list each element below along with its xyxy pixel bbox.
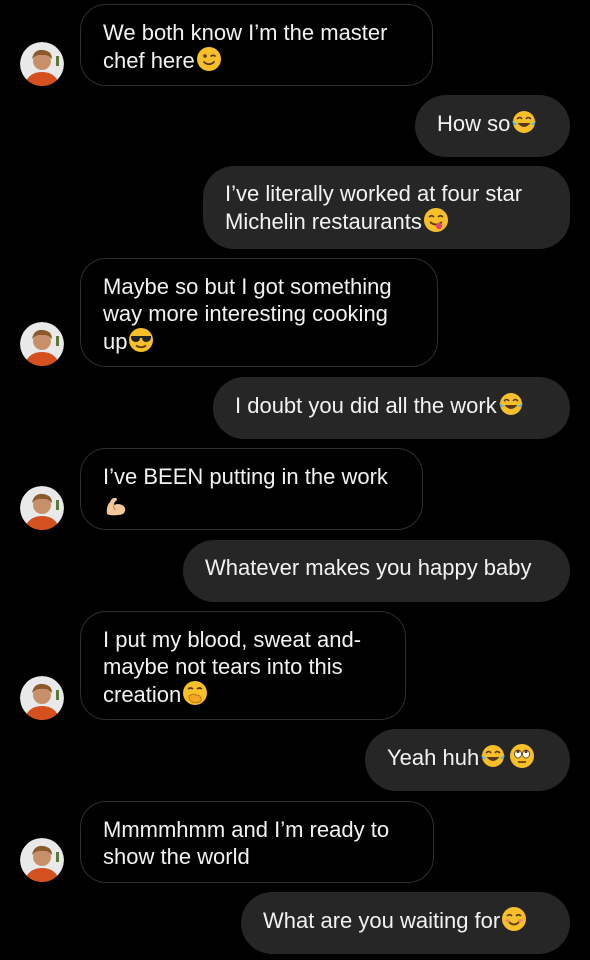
message-text: Whatever makes you happy baby	[205, 555, 532, 580]
avatar[interactable]	[20, 838, 64, 882]
outgoing-message[interactable]: I’ve literally worked at four star Miche…	[203, 166, 570, 249]
winking-face-icon	[196, 47, 221, 71]
message-text: I’ve literally worked at four star Miche…	[225, 181, 523, 234]
hand-over-mouth-icon	[183, 681, 208, 705]
smiling-face-icon	[502, 907, 527, 931]
outgoing-message[interactable]: What are you waiting for	[241, 892, 570, 954]
avatar[interactable]	[20, 676, 64, 720]
sunglasses-face-icon	[129, 328, 154, 352]
message-text: What are you waiting for	[263, 908, 501, 933]
yum-face-icon	[423, 208, 448, 232]
incoming-message[interactable]: Mmmmhmm and I’m ready to show the world	[80, 801, 434, 883]
outgoing-message[interactable]: I doubt you did all the work	[213, 377, 570, 439]
incoming-message[interactable]: We both know I’m the master chef here	[80, 4, 433, 86]
outgoing-message[interactable]: Yeah huh	[365, 729, 570, 791]
incoming-message[interactable]: I put my blood, sweat and- maybe not tea…	[80, 611, 406, 720]
avatar[interactable]	[20, 486, 64, 530]
eye-roll-icon	[510, 744, 535, 768]
tears-of-joy-icon	[481, 745, 506, 767]
message-text: Mmmmhmm and I’m ready to show the world	[103, 817, 390, 869]
avatar[interactable]	[20, 322, 64, 366]
avatar[interactable]	[20, 42, 64, 86]
incoming-message[interactable]: Maybe so but I got something way more in…	[80, 258, 438, 367]
message-text: I’ve BEEN putting in the work	[103, 464, 388, 489]
message-text: I put my blood, sweat and- maybe not tea…	[103, 627, 362, 707]
tears-of-joy-icon	[512, 111, 537, 133]
message-text: Yeah huh	[387, 745, 480, 770]
message-text: How so	[437, 111, 511, 136]
message-thread: We both know I’m the master chef here Ho…	[0, 0, 590, 960]
outgoing-message[interactable]: How so	[415, 95, 570, 157]
flexed-biceps-icon	[106, 497, 126, 516]
message-text: I doubt you did all the work	[235, 393, 497, 418]
tears-of-joy-icon	[498, 393, 523, 415]
outgoing-message[interactable]: Whatever makes you happy baby	[183, 540, 570, 602]
incoming-message[interactable]: I’ve BEEN putting in the work	[80, 448, 423, 530]
message-text: We both know I’m the master chef here	[103, 20, 388, 73]
